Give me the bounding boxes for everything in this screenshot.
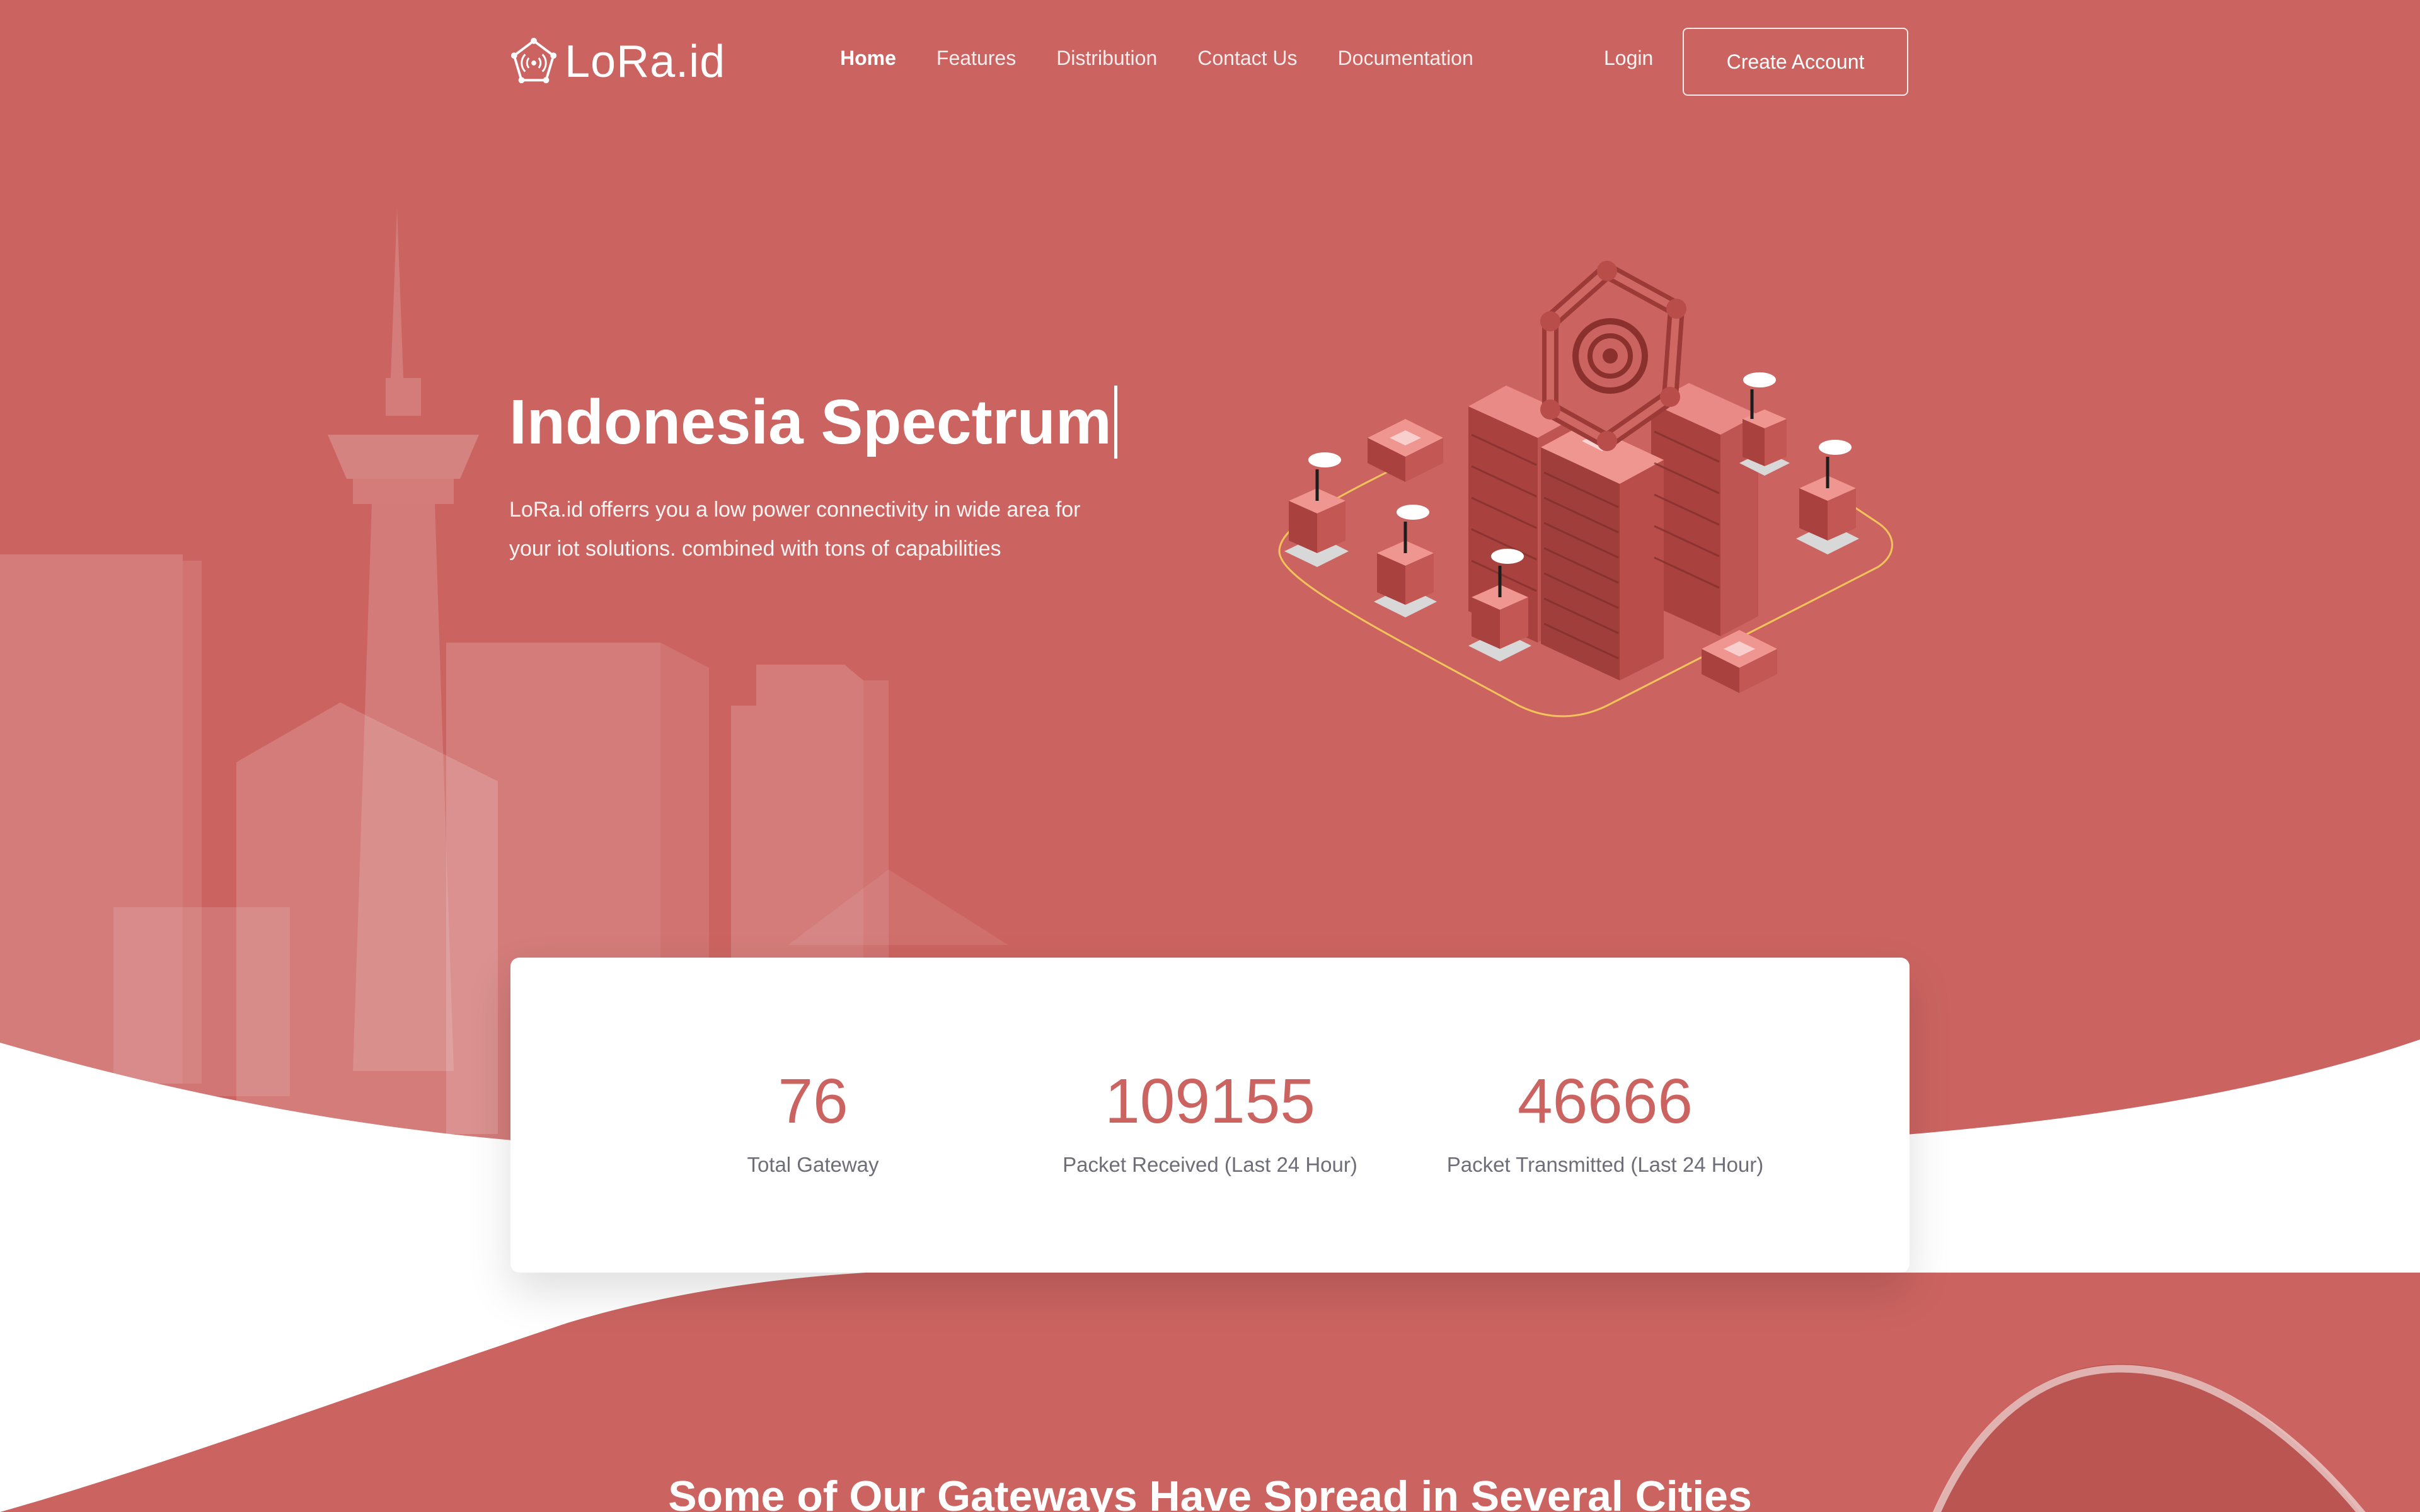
gateway-node-1 bbox=[1284, 452, 1349, 567]
stat-value: 109155 bbox=[1105, 1066, 1315, 1137]
brand-logo[interactable]: LoRa.id bbox=[509, 35, 725, 88]
stat-value: 76 bbox=[778, 1066, 848, 1137]
stat-label: Packet Transmitted (Last 24 Hour) bbox=[1446, 1153, 1764, 1176]
typing-cursor bbox=[1114, 386, 1117, 459]
create-account-button[interactable]: Create Account bbox=[1683, 28, 1908, 96]
server-rack-front bbox=[1541, 423, 1664, 680]
nav-item-features[interactable]: Features bbox=[936, 47, 1016, 70]
hero-description: LoRa.id offerrs you a low power connecti… bbox=[509, 498, 1081, 561]
stat-label: Total Gateway bbox=[747, 1153, 879, 1176]
signal-pentagon-icon bbox=[510, 37, 557, 84]
hero-title: Indonesia Spectrum bbox=[509, 386, 1117, 459]
login-link[interactable]: Login bbox=[1604, 47, 1653, 70]
gateway-node-4 bbox=[1796, 440, 1859, 554]
stat-label: Packet Received (Last 24 Hour) bbox=[1063, 1153, 1357, 1176]
isometric-server-network-illustration bbox=[1278, 261, 1893, 718]
navbar: LoRa.id Home Features Distribution Conta… bbox=[0, 0, 2420, 126]
stat-packet-transmitted: 46666 Packet Transmitted (Last 24 Hour) bbox=[1403, 1070, 1807, 1177]
nav-item-distribution[interactable]: Distribution bbox=[1056, 47, 1157, 70]
brand-name: LoRa.id bbox=[565, 37, 726, 87]
stats-card: 76 Total Gateway 109155 Packet Received … bbox=[510, 958, 1910, 1273]
nav-menu: Home Features Distribution Contact Us Do… bbox=[840, 47, 1473, 70]
nav-item-contact-us[interactable]: Contact Us bbox=[1197, 47, 1297, 70]
stat-packet-received: 109155 Packet Received (Last 24 Hour) bbox=[1008, 1070, 1412, 1177]
gateway-node-2 bbox=[1374, 505, 1437, 617]
chip-stack-left bbox=[1368, 419, 1443, 482]
nav-item-documentation[interactable]: Documentation bbox=[1338, 47, 1473, 70]
stat-total-gateway: 76 Total Gateway bbox=[611, 1070, 1015, 1177]
gateway-node-5 bbox=[1739, 372, 1790, 476]
chip-stack-right bbox=[1702, 630, 1777, 693]
server-rack-back-right bbox=[1651, 383, 1758, 636]
background-graphics bbox=[0, 208, 2420, 1512]
gateways-section-heading: Some of Our Gateways Have Spread in Seve… bbox=[668, 1472, 1752, 1512]
hero-title-text: Indonesia Spectrum bbox=[509, 386, 1112, 457]
nav-item-home[interactable]: Home bbox=[840, 47, 896, 70]
stat-value: 46666 bbox=[1517, 1066, 1693, 1137]
